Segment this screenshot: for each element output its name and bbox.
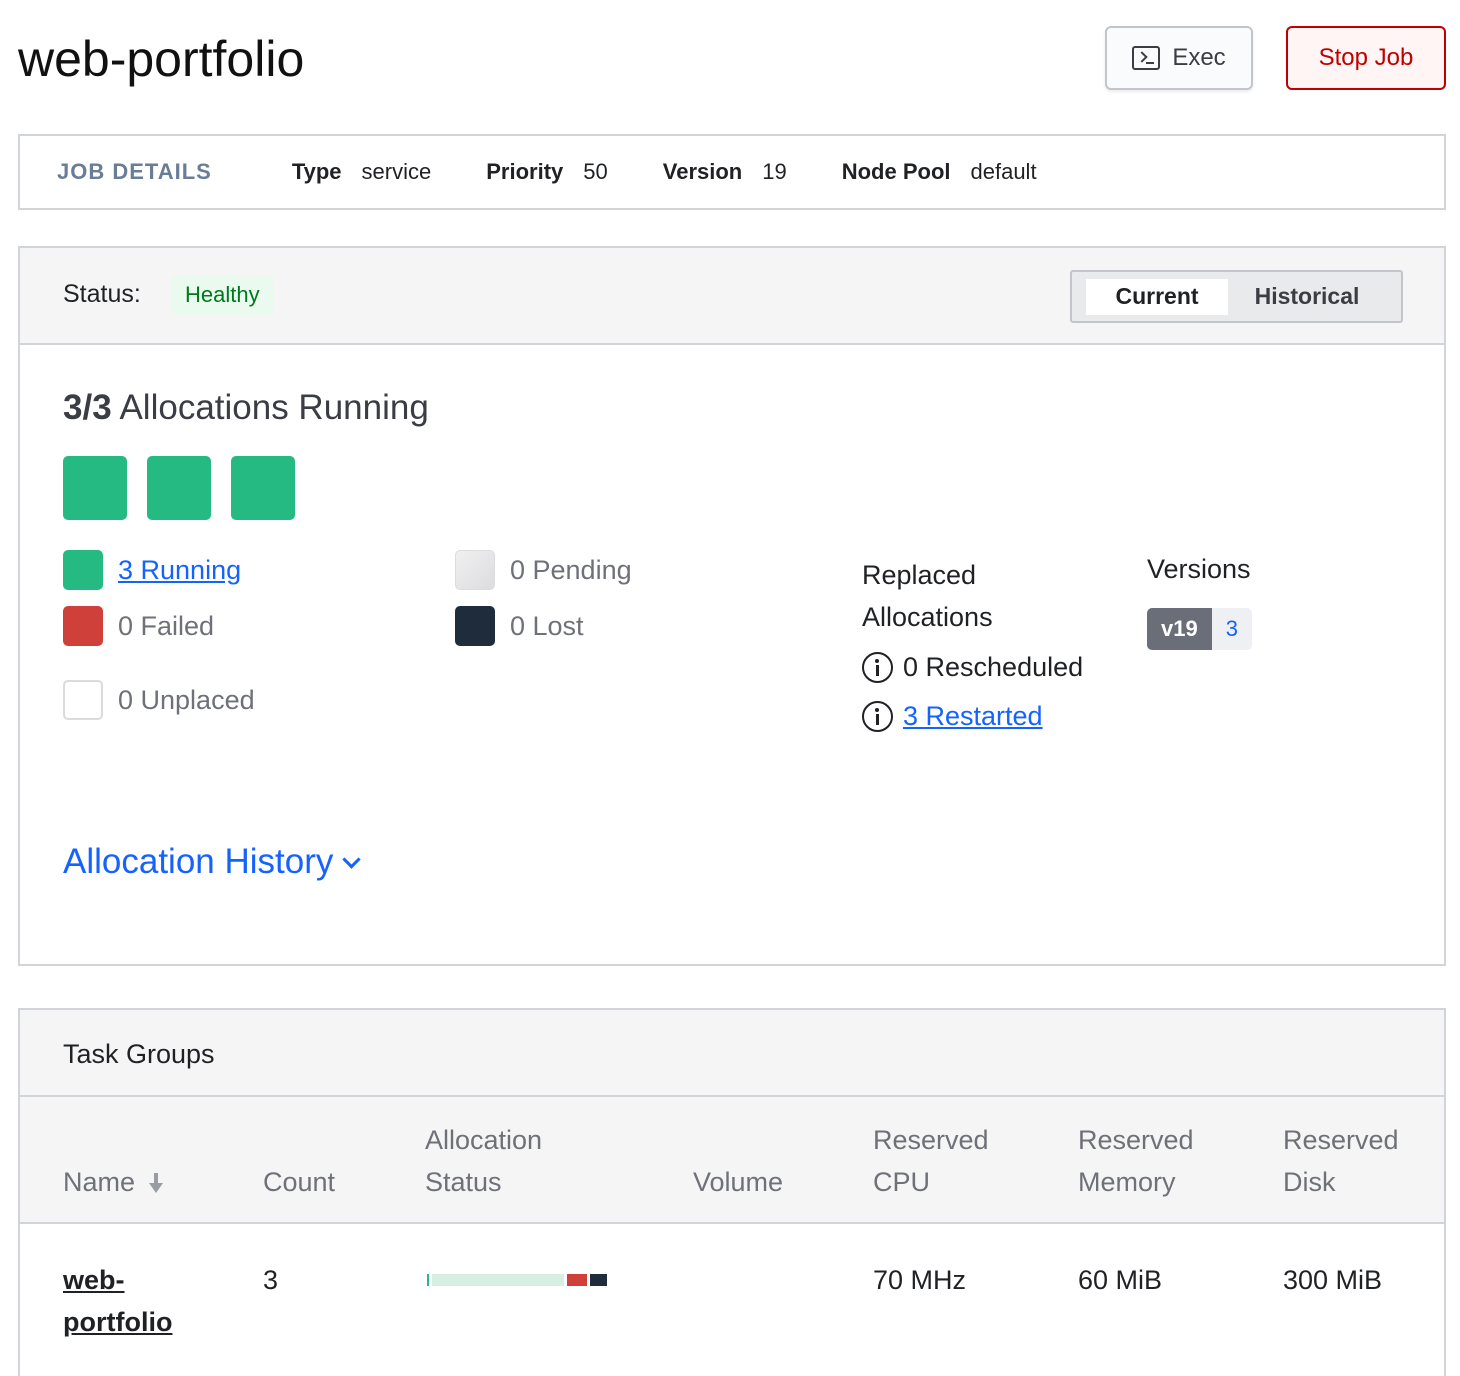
detail-value: service (361, 159, 432, 184)
allocation-status-bar[interactable] (427, 1274, 609, 1286)
queued-segment (432, 1274, 564, 1286)
legend-failed: 0 Failed (63, 606, 214, 646)
replaced-allocations-title: Replaced Allocations (862, 560, 993, 632)
running-swatch (63, 550, 103, 590)
column-header-reserved-cpu[interactable]: Reserved CPU (873, 1119, 1003, 1203)
task-groups-header: Task Groups (20, 1010, 1444, 1097)
task-group-name-link[interactable]: web-portfolio (63, 1259, 213, 1343)
task-group-cpu: 70 MHz (873, 1265, 967, 1295)
rescheduled-label: 0 Rescheduled (903, 652, 1084, 682)
column-header-volume: Volume (693, 1167, 784, 1197)
detail-key: Type (291, 159, 342, 184)
pending-label: 0 Pending (510, 554, 632, 585)
allocation-block-running[interactable] (147, 456, 211, 520)
detail-value: 50 (583, 159, 608, 184)
job-details-label: JOB DETAILS (57, 159, 212, 184)
stop-job-button[interactable]: Stop Job (1286, 26, 1446, 90)
column-header-reserved-memory[interactable]: Reserved Memory (1078, 1119, 1208, 1203)
allocation-block-running[interactable] (63, 456, 127, 520)
toggle-current[interactable]: Current (1086, 278, 1228, 315)
versions-title: Versions (1147, 554, 1251, 584)
allocations-count: 3/3 (63, 388, 112, 427)
terminal-icon (1132, 46, 1161, 70)
failed-segment (567, 1274, 587, 1286)
info-icon (862, 652, 893, 683)
detail-node-pool: Node Pool default (842, 159, 1037, 185)
allocation-block-running[interactable] (231, 456, 295, 520)
status-badge: Healthy (171, 275, 274, 315)
unplaced-swatch (63, 680, 103, 720)
lost-segment (590, 1274, 607, 1286)
column-header-reserved-disk[interactable]: Reserved Disk (1283, 1119, 1413, 1203)
detail-version: Version 19 (663, 159, 787, 185)
allocation-history-label: Allocation History (63, 842, 334, 881)
detail-type: Type service (292, 159, 431, 185)
detail-value: default (970, 159, 1037, 184)
task-group-count: 3 (263, 1265, 279, 1295)
legend-pending: 0 Pending (455, 550, 632, 590)
legend-lost: 0 Lost (455, 606, 584, 646)
allocations-text: Allocations Running (119, 388, 429, 427)
task-group-disk: 300 MiB (1283, 1265, 1383, 1295)
running-link[interactable]: 3 Running (118, 555, 241, 586)
rescheduled-item: 0 Rescheduled (862, 652, 1083, 683)
version-badge[interactable]: v19 3 (1147, 608, 1252, 650)
page-title: web-portfolio (18, 31, 305, 87)
exec-button-label: Exec (1172, 44, 1226, 71)
task-groups-panel: Task Groups Name Count Allocation Status… (18, 1008, 1446, 1376)
toggle-historical[interactable]: Historical (1232, 279, 1382, 315)
unplaced-label: 0 Unplaced (118, 684, 255, 715)
detail-priority: Priority 50 (486, 159, 608, 185)
stop-job-button-label: Stop Job (1318, 44, 1414, 71)
detail-key: Priority (486, 159, 564, 184)
status-label: Status: (63, 280, 141, 308)
chevron-down-icon (342, 849, 362, 869)
task-groups-table-header: Name Count Allocation Status Volume Rese… (20, 1097, 1444, 1224)
restarted-link[interactable]: 3 Restarted (903, 701, 1043, 732)
failed-label: 0 Failed (118, 610, 215, 641)
column-header-allocation-status: Allocation Status (425, 1125, 543, 1197)
sort-down-icon (149, 1172, 164, 1195)
detail-key: Version (662, 159, 743, 184)
version-tag: v19 (1147, 608, 1212, 650)
column-header-count[interactable]: Count (263, 1161, 335, 1203)
current-historical-toggle: Current Historical (1070, 270, 1403, 323)
failed-swatch (63, 606, 103, 646)
detail-key: Node Pool (841, 159, 951, 184)
task-groups-title: Task Groups (63, 1039, 215, 1069)
lost-swatch (455, 606, 495, 646)
column-header-name[interactable]: Name (63, 1161, 164, 1203)
legend-unplaced: 0 Unplaced (63, 680, 255, 720)
allocations-running-heading: 3/3 Allocations Running (63, 388, 429, 428)
restarted-item: 3 Restarted (862, 701, 1043, 732)
detail-value: 19 (762, 159, 787, 184)
lost-label: 0 Lost (510, 610, 584, 641)
status-header: Status: Healthy Current Historical (20, 248, 1444, 345)
column-name-label: Name (63, 1167, 136, 1197)
allocation-history-toggle[interactable]: Allocation History (63, 842, 362, 882)
running-segment (427, 1274, 429, 1286)
job-status-panel: Status: Healthy Current Historical 3/3 A… (18, 246, 1446, 966)
version-count: 3 (1211, 608, 1252, 650)
table-row[interactable]: web-portfolio 3 70 MHz 60 MiB 300 MiB (20, 1224, 1444, 1376)
task-group-memory: 60 MiB (1078, 1265, 1163, 1295)
legend-running: 3 Running (63, 550, 241, 590)
exec-button[interactable]: Exec (1105, 26, 1253, 90)
pending-swatch (455, 550, 495, 590)
job-details-bar: JOB DETAILS Type service Priority 50 Ver… (18, 134, 1446, 210)
info-icon (862, 701, 893, 732)
